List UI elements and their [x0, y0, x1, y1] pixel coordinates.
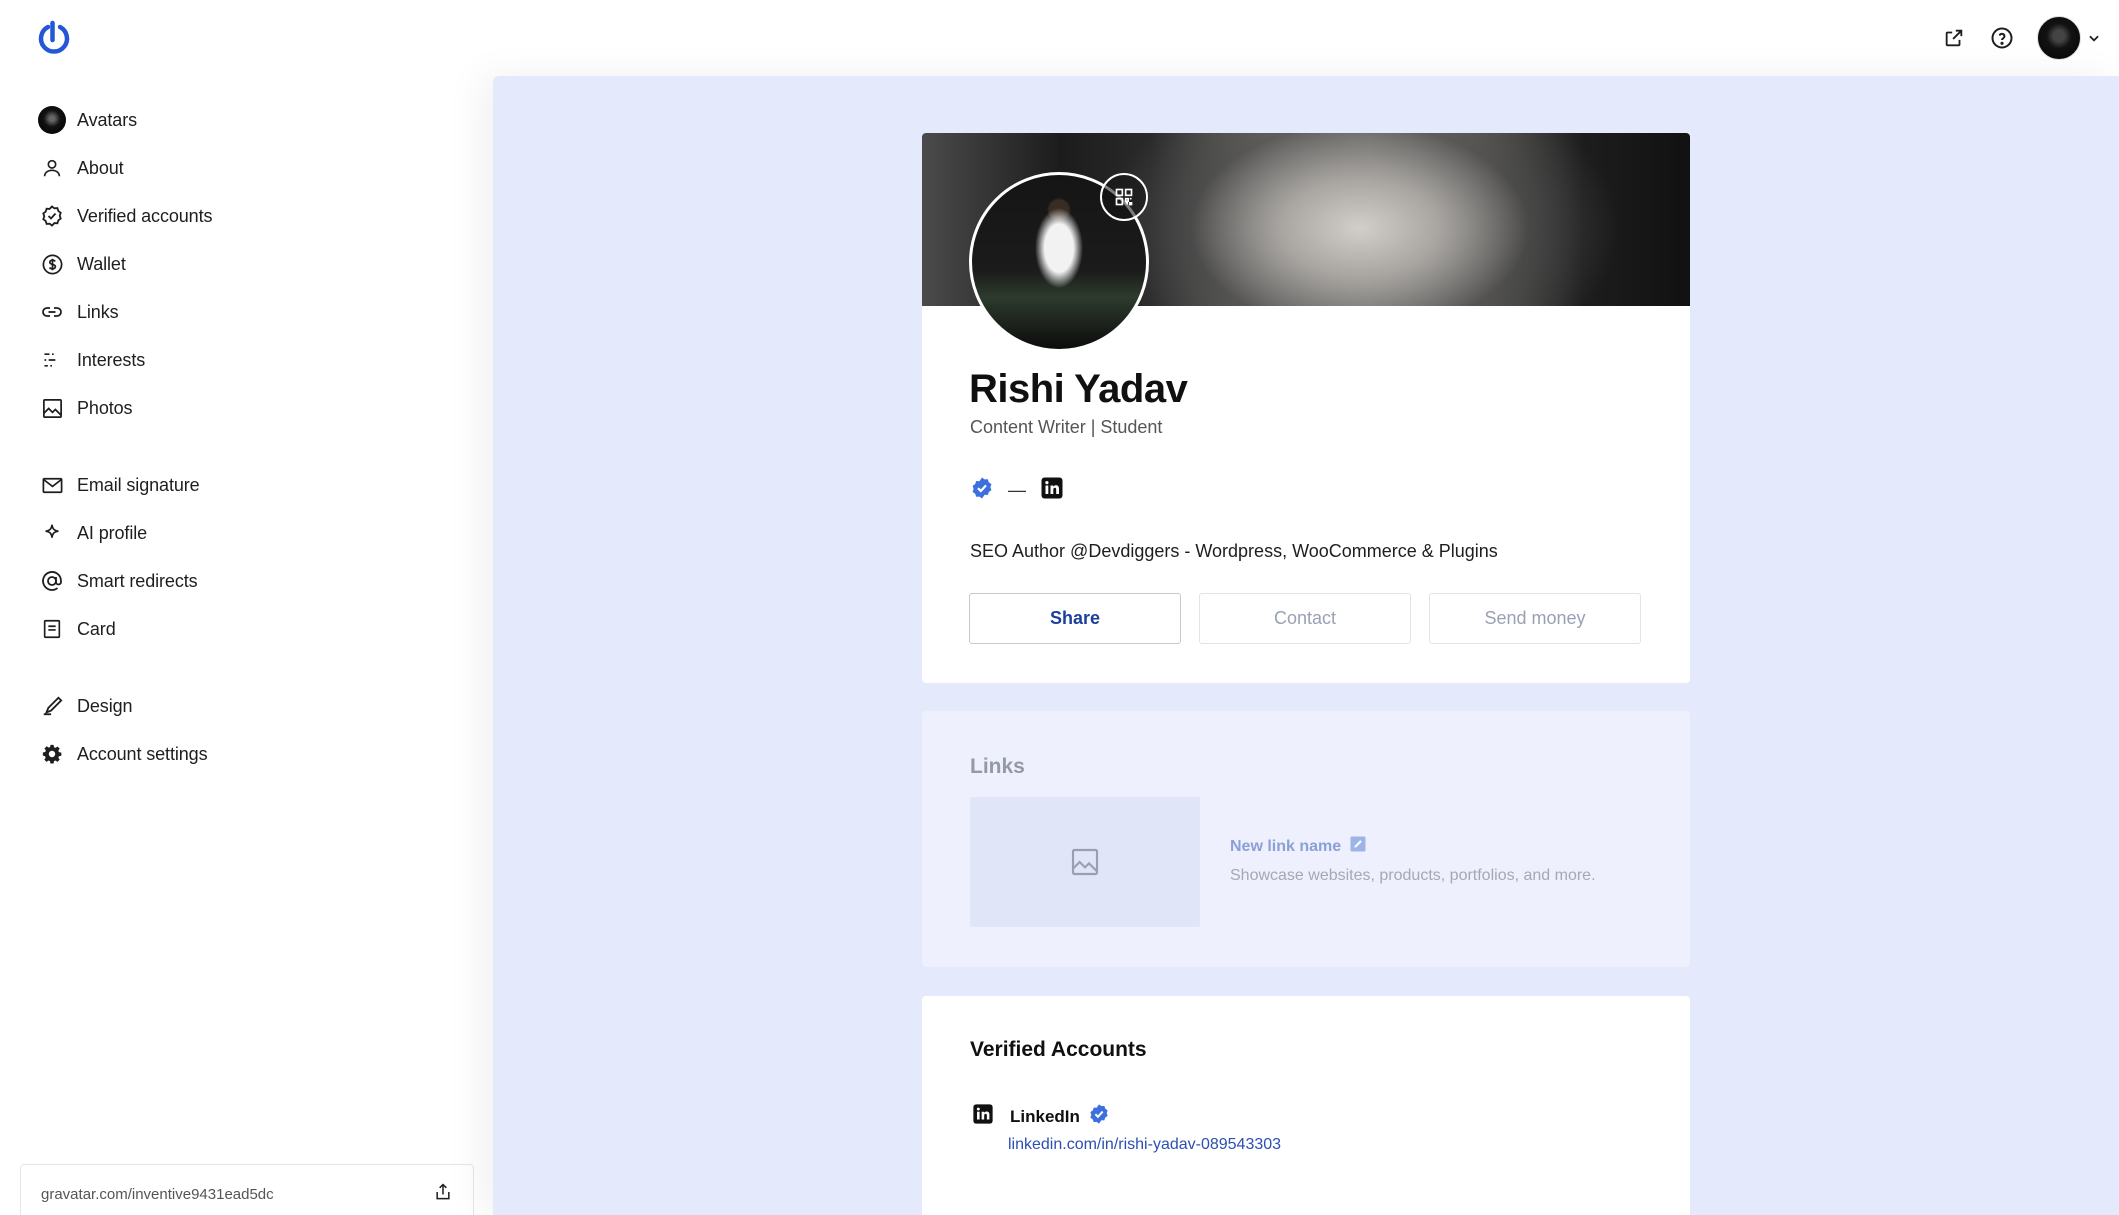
new-link-name: New link name: [1230, 837, 1342, 855]
sidebar-item-label: Photos: [77, 397, 133, 418]
verified-account-row: LinkedIn: [972, 1103, 1110, 1130]
share-button[interactable]: Share: [969, 593, 1181, 644]
help-icon[interactable]: [1989, 25, 2015, 51]
mail-icon: [38, 471, 66, 499]
send-money-button[interactable]: Send money: [1429, 593, 1641, 644]
sidebar-item-account-settings[interactable]: Account settings: [0, 730, 480, 778]
gravatar-logo[interactable]: [36, 20, 72, 56]
links-title: Links: [970, 755, 1025, 778]
sidebar-item-verified-accounts[interactable]: Verified accounts: [0, 192, 480, 240]
user-menu[interactable]: [2037, 16, 2101, 60]
sidebar-group-profile: Avatars About Verified accounts Wallet L…: [0, 96, 480, 432]
gear-icon: [38, 740, 66, 768]
link-description: Showcase websites, products, portfolios,…: [1230, 867, 1596, 884]
link-thumbnail[interactable]: [970, 797, 1200, 927]
sidebar-group-settings: Design Account settings: [0, 682, 480, 778]
sidebar-item-label: AI profile: [77, 522, 148, 543]
sparkle-icon: [38, 519, 66, 547]
verified-badges-row: —: [970, 476, 1064, 505]
sidebar-item-label: Email signature: [77, 474, 200, 495]
sidebar-item-label: Avatars: [77, 109, 137, 130]
avatar: [2037, 16, 2081, 60]
sidebar-item-label: Design: [77, 695, 133, 716]
qr-code-icon: [1115, 188, 1133, 206]
verified-check-icon: [970, 476, 994, 505]
avatar-icon: [38, 106, 66, 134]
share-icon[interactable]: [433, 1182, 453, 1207]
verified-accounts-card: Verified Accounts LinkedIn linkedin.com/…: [922, 996, 1690, 1215]
image-placeholder-icon: [1071, 848, 1099, 876]
contact-button[interactable]: Contact: [1199, 593, 1411, 644]
sidebar-item-about[interactable]: About: [0, 144, 480, 192]
new-link-row[interactable]: New link name: [1230, 835, 1367, 858]
person-icon: [38, 154, 66, 182]
sidebar-item-photos[interactable]: Photos: [0, 384, 480, 432]
at-icon: [38, 567, 66, 595]
sidebar-item-email-signature[interactable]: Email signature: [0, 461, 480, 509]
sidebar-item-interests[interactable]: Interests: [0, 336, 480, 384]
profile-card: Rishi Yadav Content Writer | Student — S…: [922, 133, 1690, 683]
external-link-icon[interactable]: [1941, 25, 1967, 51]
profile-name: Rishi Yadav: [969, 367, 1188, 411]
sidebar-item-label: About: [77, 157, 124, 178]
sidebar-item-label: Smart redirects: [77, 570, 198, 591]
sidebar-item-label: Verified accounts: [77, 205, 213, 226]
sidebar-item-links[interactable]: Links: [0, 288, 480, 336]
sidebar-item-label: Account settings: [77, 743, 208, 764]
brush-icon: [38, 692, 66, 720]
profile-bio: SEO Author @Devdiggers - Wordpress, WooC…: [970, 541, 1498, 561]
sidebar-item-ai-profile[interactable]: AI profile: [0, 509, 480, 557]
profile-job-title: Content Writer | Student: [970, 417, 1163, 437]
chevron-down-icon: [2089, 35, 2099, 42]
card-icon: [38, 615, 66, 643]
verified-account-link[interactable]: linkedin.com/in/rishi-yadav-089543303: [1008, 1136, 1281, 1154]
sidebar-item-label: Wallet: [77, 253, 126, 274]
topbar-actions: [1941, 16, 2101, 60]
profile-url[interactable]: gravatar.com/inventive9431ead5dc: [41, 1186, 274, 1203]
sidebar-group-tools: Email signature AI profile Smart redirec…: [0, 461, 480, 653]
sidebar-item-wallet[interactable]: Wallet: [0, 240, 480, 288]
image-icon: [38, 394, 66, 422]
edit-icon: [1349, 835, 1367, 858]
verified-accounts-title: Verified Accounts: [970, 1038, 1147, 1061]
sidebar-item-card[interactable]: Card: [0, 605, 480, 653]
verified-badge-icon: [38, 202, 66, 230]
profile-actions: Share Contact Send money: [969, 593, 1641, 644]
qr-code-button[interactable]: [1100, 173, 1148, 221]
profile-url-bar: gravatar.com/inventive9431ead5dc: [20, 1164, 474, 1215]
sidebar-item-label: Interests: [77, 349, 146, 370]
sidebar-item-smart-redirects[interactable]: Smart redirects: [0, 557, 480, 605]
verified-account-name: LinkedIn: [1010, 1106, 1080, 1126]
sidebar: Avatars About Verified accounts Wallet L…: [0, 96, 480, 807]
links-card: Links New link name Showcase websites, p…: [922, 711, 1690, 967]
badge-separator: —: [1008, 480, 1026, 500]
dollar-icon: [38, 250, 66, 278]
linkedin-icon[interactable]: [1040, 476, 1064, 505]
verified-check-icon: [1088, 1103, 1110, 1130]
sidebar-item-label: Card: [77, 618, 116, 639]
sidebar-item-avatars[interactable]: Avatars: [0, 96, 480, 144]
sidebar-item-label: Links: [77, 301, 119, 322]
sidebar-item-design[interactable]: Design: [0, 682, 480, 730]
linkedin-icon: [972, 1103, 994, 1130]
link-icon: [38, 298, 66, 326]
interests-icon: [38, 346, 66, 374]
